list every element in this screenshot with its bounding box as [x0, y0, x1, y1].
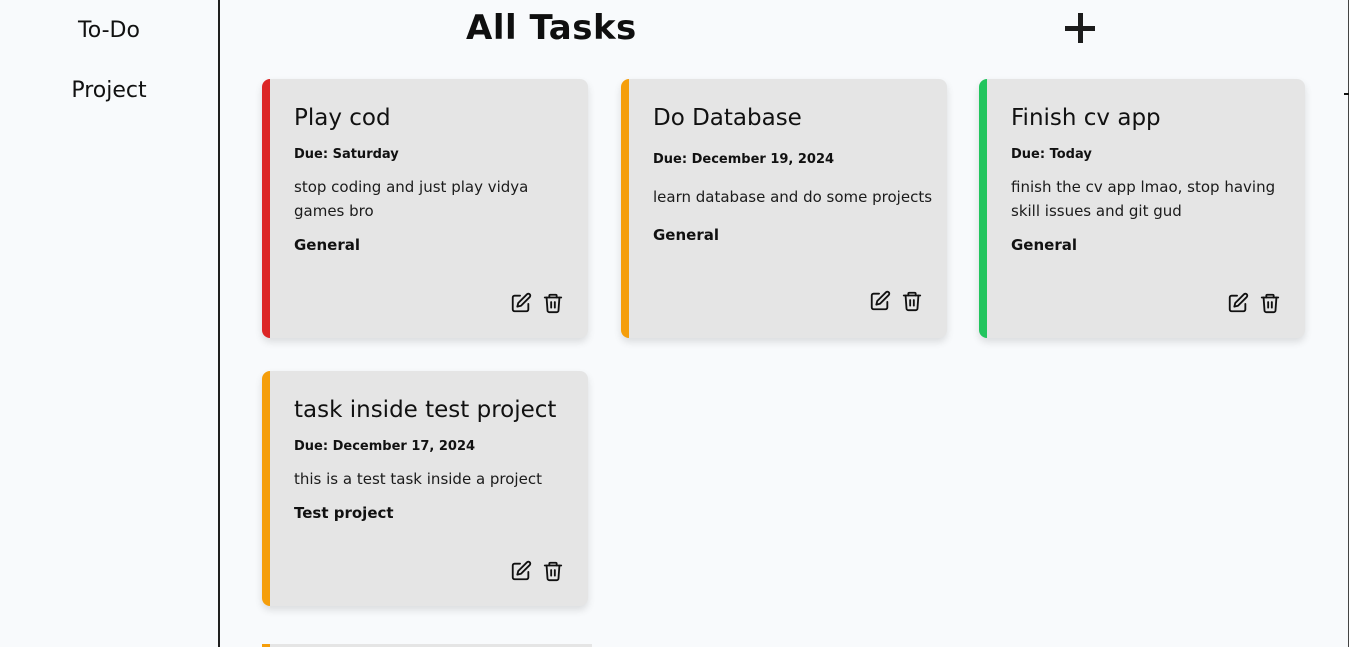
sidebar: To-Do Project — [0, 0, 220, 647]
task-actions — [510, 560, 564, 582]
task-actions — [510, 292, 564, 314]
page-title: All Tasks — [466, 8, 637, 48]
task-due-date: Due: December 17, 2024 — [294, 439, 476, 454]
task-card: Finish cv app Due: Today finish the cv a… — [979, 79, 1305, 338]
task-card: Play cod Due: Saturday stop coding and j… — [262, 79, 588, 338]
trash-icon[interactable] — [542, 560, 564, 582]
task-description: learn database and do some projects — [653, 188, 933, 206]
edit-icon[interactable] — [510, 560, 532, 582]
task-description: this is a test task inside a project — [294, 470, 542, 488]
task-project: Test project — [294, 504, 394, 522]
task-project: General — [1011, 236, 1077, 254]
edit-icon[interactable] — [869, 290, 891, 312]
trash-icon[interactable] — [901, 290, 923, 312]
task-due-date: Due: December 19, 2024 — [653, 152, 835, 167]
sidebar-item-todo[interactable]: To-Do — [0, 18, 218, 43]
task-due-date: Due: Today — [1011, 147, 1092, 162]
task-actions — [869, 290, 923, 312]
edit-icon[interactable] — [1227, 292, 1249, 314]
task-due-date: Due: Saturday — [294, 147, 399, 162]
edit-icon[interactable] — [510, 292, 532, 314]
trash-icon[interactable] — [1259, 292, 1281, 314]
sidebar-item-project[interactable]: Project — [0, 78, 218, 103]
task-card: Do Database Due: December 19, 2024 learn… — [621, 79, 947, 338]
task-card: task inside test project Due: December 1… — [262, 371, 588, 606]
task-title: Do Database — [653, 105, 802, 131]
app-window: To-Do Project All Tasks Play cod Due: Sa… — [0, 0, 1349, 647]
task-description: stop coding and just play vidya games br… — [294, 178, 529, 220]
task-project: General — [653, 226, 719, 244]
task-title: Finish cv app — [1011, 105, 1161, 131]
task-title: Play cod — [294, 105, 391, 131]
task-description: finish the cv app lmao, stop having skil… — [1011, 178, 1276, 220]
trash-icon[interactable] — [542, 292, 564, 314]
add-task-button[interactable] — [1061, 9, 1099, 47]
task-title: task inside test project — [294, 397, 557, 423]
task-actions — [1227, 292, 1281, 314]
task-project: General — [294, 236, 360, 254]
